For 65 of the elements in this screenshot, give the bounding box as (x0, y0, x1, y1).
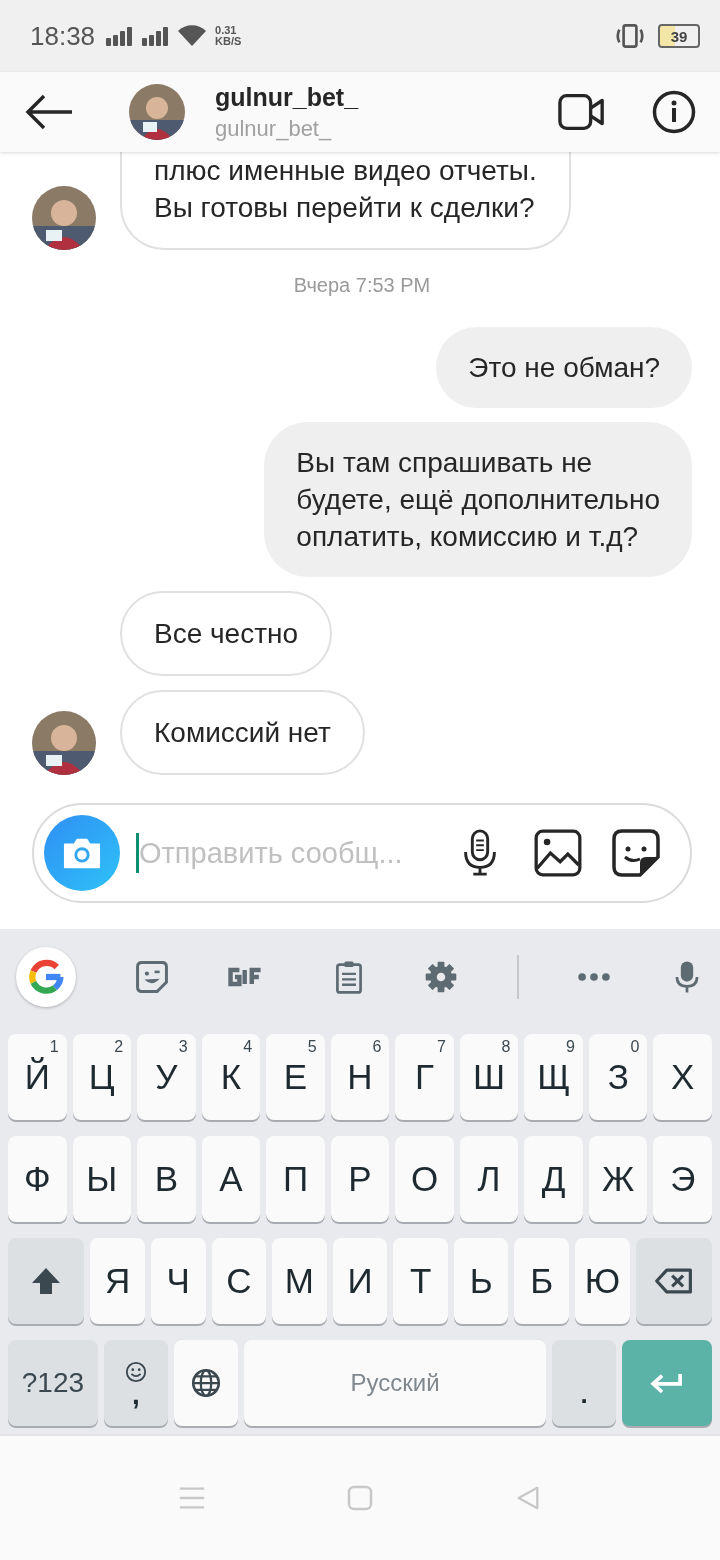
speed-unit: KB/S (215, 36, 242, 47)
language-key[interactable] (174, 1340, 239, 1426)
key[interactable]: Я (90, 1238, 145, 1324)
key[interactable]: Ц 2 (72, 1034, 132, 1120)
smiley-icon (124, 1361, 147, 1383)
clock: 18:38 (30, 20, 96, 52)
username: gulnur_bet_ (215, 82, 360, 112)
key[interactable]: З 0 (588, 1034, 648, 1120)
key[interactable]: Ь (453, 1238, 509, 1324)
info-icon[interactable] (652, 90, 696, 134)
message-field[interactable]: Отправить сообщ... (139, 836, 426, 870)
key[interactable]: В (137, 1136, 196, 1222)
message-bubble: Это не обман? (436, 327, 692, 408)
key[interactable]: Щ 9 (524, 1034, 583, 1120)
key[interactable]: Е 5 (266, 1034, 325, 1120)
key[interactable]: Р (330, 1136, 390, 1222)
camera-button[interactable] (44, 815, 120, 891)
key[interactable]: А (201, 1136, 261, 1222)
wifi-icon (177, 25, 208, 47)
comma-key[interactable]: , (103, 1340, 169, 1426)
key[interactable]: Т (393, 1238, 448, 1324)
google-button[interactable] (16, 946, 76, 1007)
symbols-key[interactable]: ?123 (8, 1340, 98, 1426)
key[interactable]: У 3 (137, 1034, 196, 1120)
key[interactable]: Л (459, 1136, 519, 1222)
key[interactable]: Н 6 (330, 1034, 390, 1120)
key[interactable]: Д (524, 1136, 583, 1222)
backspace-icon (653, 1266, 694, 1296)
key[interactable]: С (211, 1238, 267, 1324)
battery-icon: 39 (658, 24, 700, 48)
key[interactable]: Ы (72, 1136, 132, 1222)
enter-key[interactable] (622, 1340, 712, 1426)
period-key[interactable]: . (551, 1340, 617, 1426)
account-name: gulnur_bet_ (215, 115, 333, 142)
timestamp: Вчера 7:53 PM (293, 274, 431, 297)
video-call-icon[interactable] (558, 92, 606, 132)
key[interactable]: Ю (575, 1238, 630, 1324)
key[interactable]: Ш 8 (459, 1034, 519, 1120)
key[interactable]: Ф (8, 1136, 67, 1222)
google-icon (28, 958, 64, 995)
backspace-key[interactable] (635, 1238, 712, 1324)
settings-icon[interactable] (424, 959, 459, 994)
shift-key[interactable] (8, 1238, 85, 1324)
key[interactable]: Й 1 (8, 1034, 67, 1120)
key[interactable]: П (266, 1136, 325, 1222)
back-arrow-icon[interactable] (24, 92, 74, 132)
key[interactable]: М (272, 1238, 327, 1324)
key[interactable]: И (332, 1238, 388, 1324)
message-bubble: Комиссий нет (120, 690, 365, 775)
message-bubble: Вы там спрашивать не будете, ещё дополнительно оплатить, комиссию и т.д? (264, 422, 692, 577)
speed-value: 0.31 (215, 25, 238, 36)
sticker-icon[interactable] (612, 829, 660, 877)
key[interactable]: Ч (151, 1238, 206, 1324)
key[interactable]: К 4 (201, 1034, 261, 1120)
key[interactable]: О (395, 1136, 454, 1222)
camera-icon (63, 836, 101, 870)
message-bubble: Все честно (120, 591, 333, 676)
key[interactable]: Ж (588, 1136, 648, 1222)
key[interactable]: Э (653, 1136, 712, 1222)
vibrate-icon (614, 23, 646, 49)
image-icon[interactable] (534, 829, 582, 877)
key[interactable]: Б (514, 1238, 570, 1324)
key[interactable]: Г 7 (395, 1034, 454, 1120)
message-bubble: плюс именные видео отчеты. Вы готовы перейти к сделки? (120, 152, 571, 250)
key[interactable]: Х (653, 1034, 712, 1120)
